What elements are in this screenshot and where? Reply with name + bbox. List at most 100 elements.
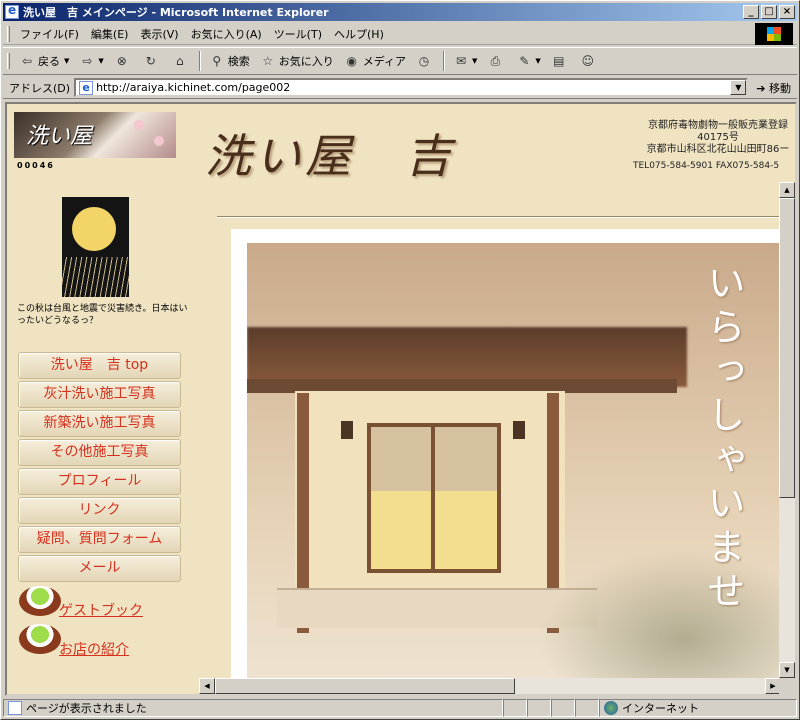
address-dropdown-icon[interactable]: ▼ — [730, 80, 747, 95]
moon-rabbit-image — [62, 197, 129, 297]
go-arrow-icon: ➔ — [756, 81, 769, 95]
scroll-left-button[interactable]: ◀ — [199, 678, 215, 694]
forward-button[interactable]: ⇨ ▼ — [74, 49, 108, 73]
edit-dropdown-icon[interactable]: ▼ — [535, 57, 540, 65]
search-button[interactable]: ⚲ 検索 — [204, 49, 255, 73]
nav-profile[interactable]: プロフィール — [18, 468, 181, 495]
page-header: 洗い屋 吉 京都府毒物劇物一般販売業登録 40175号 京都市山科区北花山山田町… — [195, 104, 795, 204]
address-label: アドレス(D) — [9, 81, 71, 95]
media-label: メディア — [362, 55, 407, 68]
maximize-button[interactable]: □ — [761, 5, 777, 19]
go-button[interactable]: ➔ 移動 — [748, 80, 797, 96]
favorites-button[interactable]: ☆ お気に入り — [255, 49, 339, 73]
nav-mail[interactable]: メール — [18, 555, 181, 582]
address-url[interactable]: http://araiya.kichinet.com/page002 — [96, 81, 290, 94]
stop-button[interactable]: ⊗ — [109, 49, 138, 73]
menu-edit[interactable]: 編集(E) — [85, 26, 135, 42]
home-icon: ⌂ — [175, 54, 184, 68]
lantern-right — [513, 421, 525, 439]
media-icon: ◉ — [346, 54, 358, 68]
pampas-grass-shape — [62, 257, 129, 297]
scroll-down-button[interactable]: ▼ — [779, 662, 795, 678]
search-icon: ⚲ — [212, 54, 222, 68]
print-button[interactable]: ⎙ — [482, 49, 511, 73]
edit-icon: ✎ — [519, 54, 530, 68]
nav-new-photos[interactable]: 新築洗い施工写真 — [18, 410, 181, 437]
horizontal-scrollbar[interactable]: ◀ ▶ — [199, 678, 781, 694]
media-button[interactable]: ◉ メディア — [339, 49, 411, 73]
mail-dropdown-icon[interactable]: ▼ — [472, 57, 477, 65]
scroll-up-button[interactable]: ▲ — [779, 182, 795, 198]
guestbook-link[interactable]: ゲストブック — [59, 600, 143, 620]
tea-cup-icon — [19, 586, 61, 616]
history-icon: ◷ — [418, 54, 430, 68]
nav-links[interactable]: リンク — [18, 497, 181, 524]
zone-label: インターネット — [622, 702, 699, 715]
globe-icon — [604, 701, 618, 715]
horizontal-scroll-thumb[interactable] — [215, 678, 515, 694]
home-button[interactable]: ⌂ — [167, 49, 196, 73]
page-status-icon — [8, 701, 22, 715]
favorites-icon: ☆ — [262, 54, 274, 68]
title-bar[interactable]: 洗い屋 吉 メインページ - Microsoft Internet Explor… — [3, 3, 797, 21]
messenger-button[interactable]: ☺ — [575, 49, 604, 73]
site-logo-image[interactable]: 洗い屋 — [14, 112, 176, 158]
forward-arrow-icon: ⇨ — [82, 54, 93, 68]
status-pane-empty — [575, 699, 599, 717]
nav-aku-photos[interactable]: 灰汁洗い施工写真 — [18, 381, 181, 408]
nav-top[interactable]: 洗い屋 吉 top — [18, 352, 181, 379]
menu-file[interactable]: ファイル(F) — [14, 26, 85, 42]
status-pane-empty — [503, 699, 527, 717]
sliding-door-shape — [367, 423, 501, 573]
scroll-corner — [779, 678, 795, 694]
address-input[interactable]: e http://araiya.kichinet.com/page002 ▼ — [74, 78, 749, 97]
discuss-icon: ▤ — [553, 54, 565, 68]
security-zone-pane: インターネット — [599, 699, 797, 717]
discuss-button[interactable]: ▤ — [546, 49, 575, 73]
back-button[interactable]: ⇦ 戻る ▼ — [14, 49, 74, 73]
header-divider — [217, 216, 781, 218]
nav-other-photos[interactable]: その他施工写真 — [18, 439, 181, 466]
ie-icon — [5, 3, 19, 19]
menu-bar: ファイル(F) 編集(E) 表示(V) お気に入り(A) ツール(T) ヘルプ(… — [3, 23, 797, 45]
lantern-left — [341, 421, 353, 439]
back-dropdown-icon[interactable]: ▼ — [64, 57, 69, 65]
welcome-frame: いらっしゃいませ — [231, 229, 781, 694]
toolbar-separator — [443, 51, 446, 71]
access-counter: 00046 — [17, 161, 55, 170]
menu-favorites[interactable]: お気に入り(A) — [185, 26, 268, 42]
toolbar-separator — [198, 51, 201, 71]
back-label: 戻る — [38, 55, 60, 68]
mail-button[interactable]: ✉ ▼ — [448, 49, 482, 73]
nav-question-form[interactable]: 疑問、質問フォーム — [18, 526, 181, 553]
refresh-icon: ↻ — [145, 54, 156, 68]
edit-button[interactable]: ✎ ▼ — [511, 49, 545, 73]
address-bar: アドレス(D) e http://araiya.kichinet.com/pag… — [3, 77, 797, 99]
status-message: ページが表示されました — [26, 702, 147, 715]
vertical-scrollbar[interactable]: ▲ ▼ — [779, 182, 795, 678]
page-icon: e — [79, 80, 94, 95]
address-line: 京都市山科区北花山山田町86ー — [646, 144, 790, 155]
forward-dropdown-icon[interactable]: ▼ — [98, 57, 103, 65]
minimize-button[interactable]: _ — [743, 5, 759, 19]
refresh-button[interactable]: ↻ — [138, 49, 167, 73]
menu-tools[interactable]: ツール(T) — [268, 26, 328, 42]
window-title: 洗い屋 吉 メインページ - Microsoft Internet Explor… — [23, 6, 329, 19]
shop-intro-link[interactable]: お店の紹介 — [59, 639, 129, 659]
license-number: 40175号 — [697, 132, 739, 143]
back-arrow-icon: ⇦ — [21, 54, 33, 68]
roof-shape — [247, 327, 687, 387]
toolbar-grip[interactable] — [7, 53, 10, 69]
standard-toolbar: ⇦ 戻る ▼ ⇨ ▼ ⊗ ↻ ⌂ ⚲ 検索 ☆ お気に入り ◉ メディア ◷ ✉ ▼ ⎙ ✎ ▼… — [3, 47, 797, 75]
license-line: 京都府毒物劇物一般販売業登録 — [648, 120, 788, 131]
menu-view[interactable]: 表示(V) — [134, 26, 184, 42]
history-button[interactable]: ◷ — [411, 49, 440, 73]
go-label: 移動 — [769, 81, 791, 95]
menu-help[interactable]: ヘルプ(H) — [328, 26, 390, 42]
entrance-photo: いらっしゃいませ — [247, 243, 781, 694]
menu-grip[interactable] — [7, 25, 10, 42]
vertical-scroll-thumb[interactable] — [779, 198, 795, 498]
search-label: 検索 — [227, 55, 250, 68]
close-button[interactable]: × — [779, 5, 795, 19]
favorites-label: お気に入り — [278, 55, 334, 68]
